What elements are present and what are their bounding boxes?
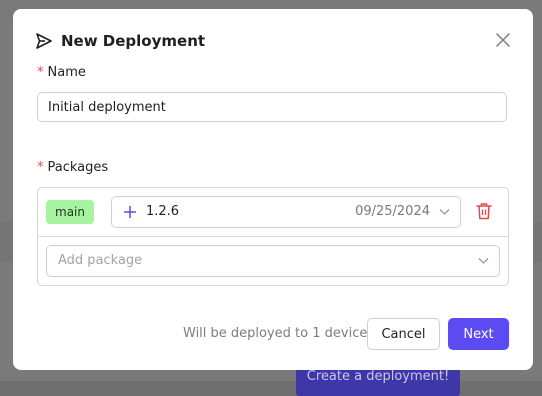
add-package-placeholder: Add package bbox=[58, 253, 143, 268]
create-deployment-button[interactable]: Create a deployment! bbox=[296, 366, 460, 396]
branch-badge: main bbox=[46, 200, 94, 224]
name-input[interactable] bbox=[37, 92, 507, 122]
packages-label-text: Packages bbox=[47, 160, 109, 175]
delete-package-button[interactable] bbox=[476, 202, 494, 222]
required-marker: * bbox=[37, 65, 44, 80]
modal-header: New Deployment bbox=[35, 31, 513, 53]
add-package-select[interactable]: Add package bbox=[46, 245, 500, 277]
send-icon bbox=[36, 33, 52, 49]
deploy-target-note: Will be deployed to 1 device bbox=[183, 326, 368, 341]
chevron-down-icon bbox=[439, 209, 450, 215]
close-icon bbox=[496, 33, 510, 47]
next-button[interactable]: Next bbox=[448, 318, 509, 350]
version-date: 09/25/2024 bbox=[355, 204, 430, 219]
package-row: main 1.2.6 09/25/2024 bbox=[38, 188, 508, 237]
new-deployment-modal: New Deployment *Name *Packages main 1.2.… bbox=[13, 9, 533, 370]
packages-label: * Packages bbox=[37, 160, 108, 176]
version-select[interactable]: 1.2.6 09/25/2024 bbox=[111, 196, 461, 228]
name-label-text: Name bbox=[47, 65, 86, 80]
required-marker: * bbox=[37, 160, 44, 175]
packages-box: main 1.2.6 09/25/2024 Add package bbox=[37, 187, 509, 286]
plus-icon bbox=[124, 206, 136, 218]
modal-title: New Deployment bbox=[61, 32, 206, 50]
version-value: 1.2.6 bbox=[146, 204, 180, 219]
chevron-down-icon bbox=[478, 258, 489, 264]
name-label: * Name bbox=[37, 65, 86, 81]
cancel-button[interactable]: Cancel bbox=[367, 318, 440, 350]
trash-icon bbox=[476, 203, 492, 220]
close-button[interactable] bbox=[493, 30, 513, 50]
